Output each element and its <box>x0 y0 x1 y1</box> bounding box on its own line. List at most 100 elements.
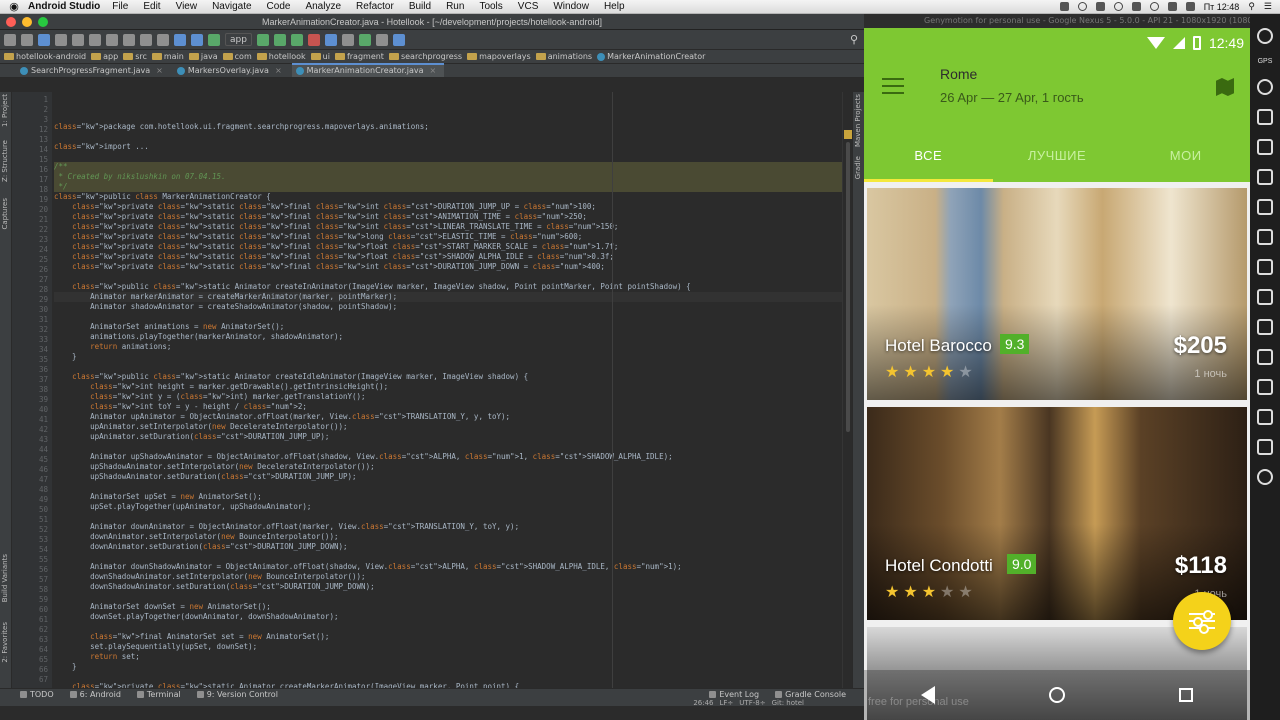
bluetooth-icon[interactable] <box>1131 2 1141 11</box>
code-line[interactable] <box>54 362 842 372</box>
run-icon[interactable] <box>256 33 269 46</box>
code-line[interactable]: class="kw">public class="kw">static Anim… <box>54 372 842 382</box>
rotate-icon[interactable] <box>1257 289 1273 305</box>
code-line[interactable]: class="kw">import ... <box>54 142 842 152</box>
code-line[interactable]: AnimatorSet downSet = new AnimatorSet(); <box>54 602 842 612</box>
home-side-icon[interactable] <box>1257 439 1273 455</box>
code-line[interactable]: AnimatorSet upSet = new AnimatorSet(); <box>54 492 842 502</box>
sdk-manager-icon[interactable] <box>358 33 371 46</box>
menu-tools[interactable]: Tools <box>479 1 502 12</box>
redo-icon[interactable] <box>72 33 84 46</box>
code-line[interactable]: upShadowAnimator.setInterpolator(new Dec… <box>54 462 842 472</box>
menu-run[interactable]: Run <box>446 1 464 12</box>
tool-build-variants[interactable]: Build Variants <box>1 554 9 602</box>
close-tab-icon[interactable]: × <box>275 66 282 75</box>
editor-scrollbar[interactable] <box>842 92 852 688</box>
code-line[interactable]: class="kw">private class="kw">static cla… <box>54 202 842 212</box>
breadcrumb-item[interactable]: hotellook <box>256 52 306 61</box>
tool-structure[interactable]: Z: Structure <box>1 140 9 182</box>
code-area[interactable]: class="kw">package com.hotellook.ui.frag… <box>52 92 842 688</box>
menu-edit[interactable]: Edit <box>143 1 160 12</box>
home-icon[interactable] <box>1049 687 1065 703</box>
find-icon[interactable] <box>140 33 152 46</box>
breadcrumb-item[interactable]: fragment <box>334 52 384 61</box>
breadcrumb-item[interactable]: com <box>222 52 252 61</box>
hotel-card[interactable]: Hotel Condotti 9.0 ★ ★ ★ ★ ★ $118 1 ночь <box>867 407 1247 620</box>
close-tab-icon[interactable]: × <box>430 66 437 75</box>
breadcrumb-item[interactable]: src <box>123 52 147 61</box>
menu-build[interactable]: Build <box>409 1 431 12</box>
breadcrumb-item[interactable]: MarkerAnimationCreator <box>597 52 705 61</box>
code-line[interactable]: class="kw">int height = marker.getDrawab… <box>54 382 842 392</box>
tab-mine[interactable]: МОИ <box>1121 136 1250 182</box>
tool-event-log[interactable]: Event Log <box>709 690 759 699</box>
code-line[interactable]: class="kw">public class="kw">static Anim… <box>54 282 842 292</box>
code-line[interactable]: class="kw">private class="kw">static cla… <box>54 252 842 262</box>
coverage-icon[interactable] <box>290 33 303 46</box>
code-line[interactable]: Animator upShadowAnimator = ObjectAnimat… <box>54 452 842 462</box>
tool-maven-projects[interactable]: Maven Projects <box>854 94 862 147</box>
back-side-icon[interactable] <box>1257 349 1273 365</box>
code-line[interactable]: class="kw">int y = (class="kw">int) mark… <box>54 392 842 402</box>
volume-icon[interactable] <box>1167 2 1177 11</box>
recents-icon[interactable] <box>1179 688 1193 702</box>
menu-help[interactable]: Help <box>604 1 625 12</box>
tool-terminal[interactable]: Terminal <box>136 690 181 699</box>
breadcrumb-item[interactable]: ui <box>310 52 330 61</box>
sms-icon[interactable] <box>1257 199 1273 215</box>
menu-file[interactable]: File <box>112 1 128 12</box>
forward-icon[interactable] <box>191 33 203 46</box>
code-line[interactable]: Animator downAnimator = ObjectAnimator.o… <box>54 522 842 532</box>
volume-down-icon[interactable] <box>1257 259 1273 275</box>
code-line[interactable] <box>54 442 842 452</box>
code-line[interactable]: return animations; <box>54 342 842 352</box>
code-line[interactable]: Animator upAnimator = ObjectAnimator.ofF… <box>54 412 842 422</box>
timemachine-icon[interactable] <box>1113 2 1123 11</box>
stop-icon[interactable] <box>307 33 320 46</box>
wifi-icon[interactable] <box>1149 2 1159 11</box>
tool-captures[interactable]: Captures <box>1 198 9 229</box>
menu-navigate[interactable]: Navigate <box>212 1 251 12</box>
zoom-window-icon[interactable] <box>38 16 48 27</box>
code-line[interactable]: class="kw">private class="kw">static cla… <box>54 222 842 232</box>
tab-searchprogressfragment[interactable]: SearchProgressFragment.java × <box>16 65 171 77</box>
menu-analyze[interactable]: Analyze <box>305 1 341 12</box>
code-line[interactable] <box>54 552 842 562</box>
monitor-icon[interactable] <box>375 33 388 46</box>
code-line[interactable]: class="kw">private class="kw">static cla… <box>54 212 842 222</box>
tool-favorites[interactable]: 2: Favorites <box>1 622 9 663</box>
code-line[interactable] <box>54 592 842 602</box>
code-line[interactable]: } <box>54 352 842 362</box>
replace-icon[interactable] <box>157 33 169 46</box>
menu-window[interactable]: Window <box>553 1 589 12</box>
code-line[interactable]: set.playSequentially(upSet, downSet); <box>54 642 842 652</box>
run-config-select[interactable]: app <box>225 33 252 46</box>
code-line[interactable]: * Created by nikslushkin on 07.04.15. <box>54 172 842 182</box>
evernote-icon[interactable] <box>1095 2 1105 11</box>
code-line[interactable]: Animator downShadowAnimator = ObjectAnim… <box>54 562 842 572</box>
code-line[interactable] <box>54 622 842 632</box>
power-icon[interactable] <box>1257 28 1273 44</box>
line-separator[interactable]: LF÷ <box>720 699 734 707</box>
sync-icon[interactable] <box>1077 2 1087 11</box>
close-window-icon[interactable] <box>6 16 16 27</box>
code-line[interactable]: Animator markerAnimator = createMarkerAn… <box>54 292 842 302</box>
breadcrumb-item[interactable]: app <box>91 52 118 61</box>
code-line[interactable] <box>54 132 842 142</box>
paste-icon[interactable] <box>123 33 135 46</box>
code-line[interactable]: downAnimator.setDuration(class="cst">DUR… <box>54 542 842 552</box>
notifications-icon[interactable]: ☰ <box>1264 1 1272 12</box>
code-line[interactable] <box>54 312 842 322</box>
search-location[interactable]: Rome <box>940 66 977 82</box>
tool-todo[interactable]: TODO <box>20 690 54 699</box>
hamburger-menu-icon[interactable] <box>882 78 904 94</box>
cut-icon[interactable] <box>89 33 101 46</box>
tab-markeranimationcreator[interactable]: MarkerAnimationCreator.java × <box>291 63 445 77</box>
code-line[interactable]: class="kw">final AnimatorSet set = new A… <box>54 632 842 642</box>
code-line[interactable]: upShadowAnimator.setDuration(class="cst"… <box>54 472 842 482</box>
tab-all[interactable]: ВСЕ <box>864 136 993 182</box>
avd-manager-icon[interactable] <box>341 33 354 46</box>
code-line[interactable]: class="kw">private class="kw">static cla… <box>54 232 842 242</box>
save-all-icon[interactable] <box>21 33 33 46</box>
breadcrumb-item[interactable]: main <box>151 52 184 61</box>
